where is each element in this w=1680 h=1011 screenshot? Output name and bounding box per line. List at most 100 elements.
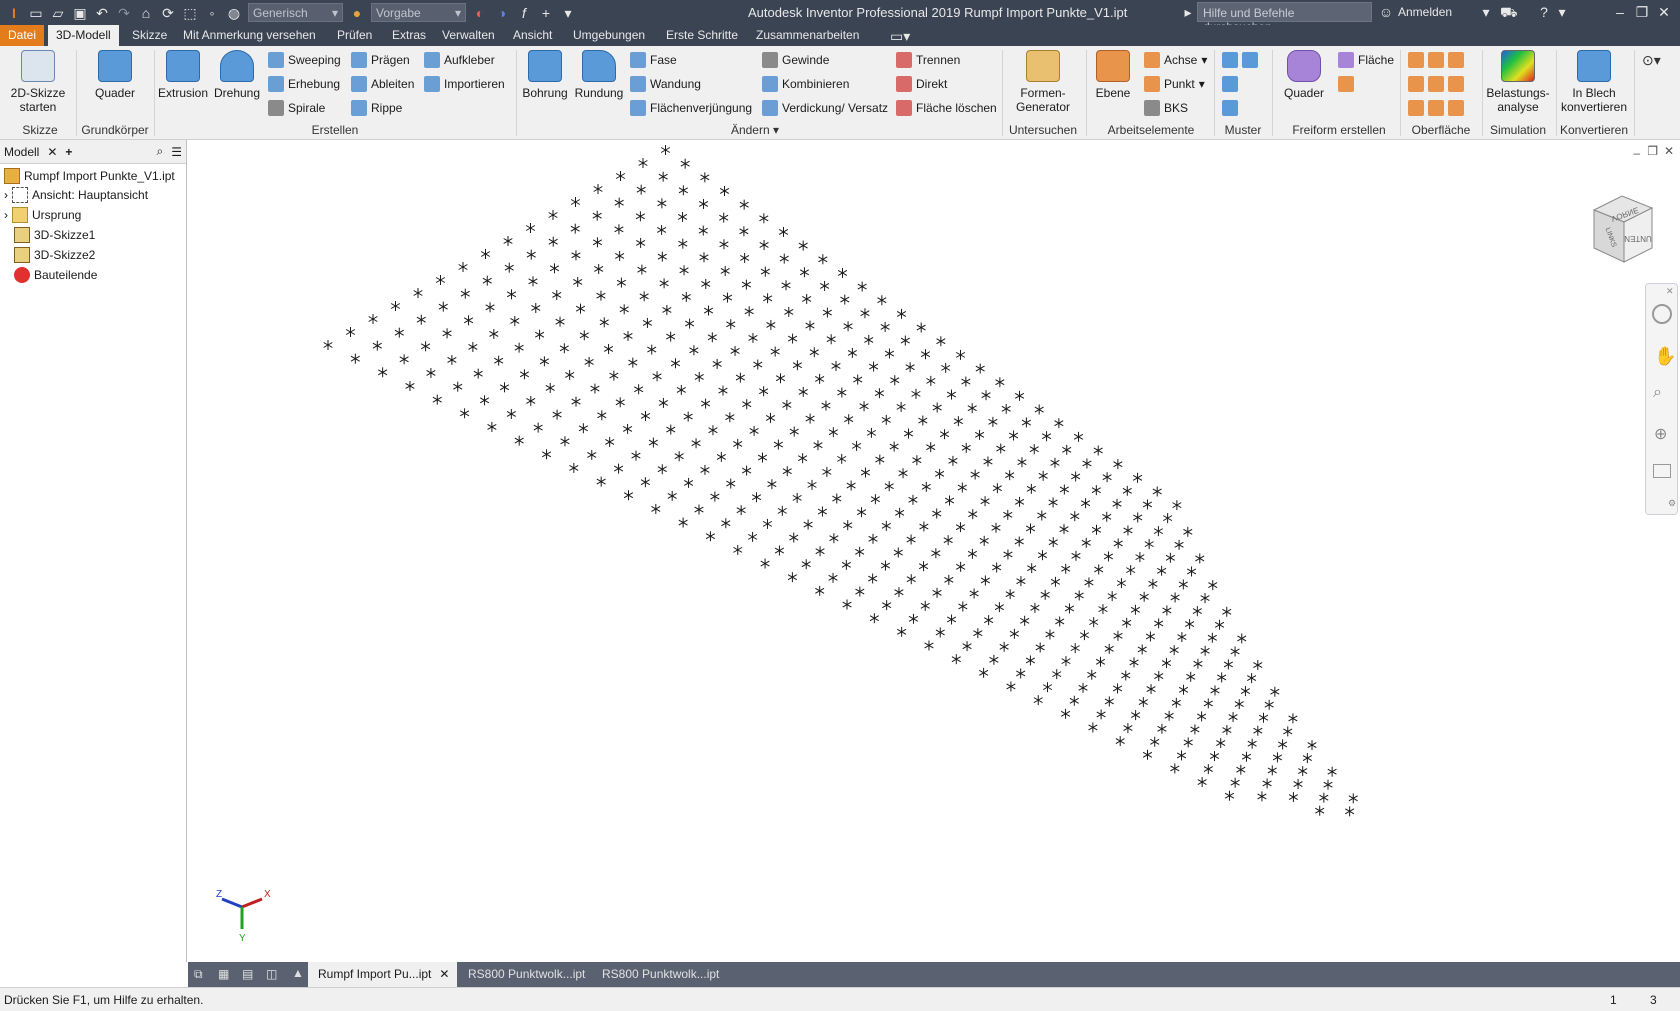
sketch-point-marker[interactable]: [818, 254, 828, 265]
group-label-aendern[interactable]: Ändern ▾: [720, 123, 790, 137]
shape-generator-button[interactable]: Formen-Generator: [1008, 50, 1078, 114]
tile-icon[interactable]: ▦: [218, 967, 229, 981]
sketch-point-marker[interactable]: [741, 279, 751, 290]
sketch-point-marker[interactable]: [1164, 710, 1174, 721]
sketch-point-marker[interactable]: [1224, 790, 1235, 801]
sketch-point-marker[interactable]: [1098, 604, 1108, 615]
sketch-point-marker[interactable]: [1084, 577, 1094, 588]
sketch-point-marker[interactable]: [884, 481, 894, 492]
sketch-point-marker[interactable]: [980, 496, 990, 507]
appearance-combo[interactable]: Vorgabe ▾: [371, 3, 466, 22]
sketch-point-marker[interactable]: [416, 314, 426, 325]
sketch-point-marker[interactable]: [705, 531, 716, 542]
zoom-icon[interactable]: ⌕: [1653, 384, 1662, 402]
sketch-point-marker[interactable]: [1001, 403, 1011, 414]
sketch-point-marker[interactable]: [1037, 510, 1047, 521]
save-icon[interactable]: ▣: [72, 5, 88, 21]
sketch-point-marker[interactable]: [956, 561, 966, 572]
sketch-point-marker[interactable]: [1123, 525, 1133, 536]
surface-patch-icon[interactable]: [1428, 52, 1444, 68]
sketch-point-marker[interactable]: [802, 293, 812, 304]
sketch-point-marker[interactable]: [1089, 617, 1099, 628]
sketch-point-marker[interactable]: [1126, 565, 1136, 576]
sketch-point-marker[interactable]: [1069, 695, 1079, 706]
shell-button[interactable]: Wandung: [630, 74, 701, 94]
surface-copy-icon[interactable]: [1448, 100, 1464, 116]
sketch-point-marker[interactable]: [1183, 737, 1193, 748]
sketch-point-marker[interactable]: [1145, 631, 1156, 642]
sketch-point-marker[interactable]: [1228, 712, 1238, 723]
sketch-point-marker[interactable]: [1222, 606, 1232, 617]
sketch-point-marker[interactable]: [1096, 709, 1106, 720]
sketch-point-marker[interactable]: [1025, 655, 1036, 666]
sketch-point-marker[interactable]: [906, 534, 916, 545]
sketch-point-marker[interactable]: [759, 239, 769, 250]
sketch-point-marker[interactable]: [623, 490, 634, 501]
sketch-point-marker[interactable]: [378, 367, 388, 378]
sketch-point-marker[interactable]: [413, 288, 423, 298]
sketch-point-marker[interactable]: [614, 224, 624, 235]
sketch-point-marker[interactable]: [1217, 672, 1227, 683]
sketch-point-marker[interactable]: [1078, 682, 1088, 693]
sketch-point-marker[interactable]: [1026, 483, 1036, 494]
sketch-point-marker[interactable]: [345, 327, 356, 337]
sketch-point-marker[interactable]: [896, 308, 907, 319]
sketch-point-marker[interactable]: [609, 370, 619, 381]
sketch-point-marker[interactable]: [1146, 684, 1156, 695]
sketch-point-marker[interactable]: [660, 145, 671, 155]
sketch-point-marker[interactable]: [905, 362, 915, 373]
sketch-point-marker[interactable]: [936, 336, 946, 347]
sketch-point-marker[interactable]: [1176, 750, 1187, 761]
sketch-point-marker[interactable]: [528, 276, 538, 287]
tab-erste-schritte[interactable]: Erste Schritte: [658, 25, 746, 46]
sketch-point-marker[interactable]: [770, 346, 780, 357]
sketch-point-marker[interactable]: [1005, 589, 1015, 600]
sketch-point-marker[interactable]: [979, 535, 989, 546]
sketch-point-marker[interactable]: [837, 453, 847, 464]
sketch-point-marker[interactable]: [658, 171, 668, 182]
sketch-point-marker[interactable]: [482, 275, 492, 286]
sketch-point-marker[interactable]: [974, 429, 985, 440]
thread-button[interactable]: Gewinde: [762, 50, 829, 70]
sketch-point-marker[interactable]: [840, 294, 850, 305]
sketch-point-marker[interactable]: [821, 400, 831, 411]
sketch-point-marker[interactable]: [753, 359, 763, 370]
sketch-point-marker[interactable]: [1240, 686, 1251, 697]
sketch-point-marker[interactable]: [921, 481, 931, 492]
sketch-point-marker[interactable]: [590, 383, 600, 394]
sketch-point-marker[interactable]: [967, 548, 978, 559]
sketch-point-marker[interactable]: [1210, 685, 1220, 696]
sketch-point-marker[interactable]: [1288, 792, 1299, 803]
surface-trim-icon[interactable]: [1408, 76, 1424, 92]
sketch-point-marker[interactable]: [868, 533, 878, 544]
sketch-point-marker[interactable]: [1016, 668, 1026, 679]
sketch-point-marker[interactable]: [1161, 658, 1172, 669]
sketch-point-marker[interactable]: [599, 317, 609, 328]
sketch-point-marker[interactable]: [837, 387, 847, 398]
work-point-button[interactable]: Punkt ▾: [1144, 74, 1205, 94]
sketch-point-marker[interactable]: [703, 305, 714, 316]
help-icon[interactable]: ?: [1536, 4, 1552, 20]
cascade-icon[interactable]: ⧉: [194, 967, 203, 982]
sketch-point-marker[interactable]: [1208, 580, 1218, 591]
sketch-point-marker[interactable]: [1193, 658, 1203, 669]
sketch-point-marker[interactable]: [1102, 511, 1112, 522]
sketch-point-marker[interactable]: [726, 478, 736, 489]
sketch-point-marker[interactable]: [1131, 710, 1141, 721]
sketch-point-marker[interactable]: [623, 330, 633, 341]
orbit-icon[interactable]: ⊕: [1654, 424, 1667, 444]
sketch-point-marker[interactable]: [722, 292, 733, 303]
sketch-point-marker[interactable]: [699, 252, 709, 263]
sketch-point-marker[interactable]: [1319, 792, 1329, 803]
sketch-point-marker[interactable]: [1237, 633, 1247, 644]
sketch-point-marker[interactable]: [1045, 629, 1055, 640]
sketch-point-marker[interactable]: [1062, 444, 1072, 455]
sketch-point-marker[interactable]: [1264, 699, 1274, 710]
sketch-point-marker[interactable]: [1122, 617, 1132, 628]
sketch-point-marker[interactable]: [853, 374, 863, 385]
sketch-point-marker[interactable]: [657, 198, 667, 209]
sketch-point-marker[interactable]: [880, 560, 891, 571]
sketch-point-marker[interactable]: [1148, 578, 1158, 589]
sketch-point-marker[interactable]: [1135, 552, 1145, 563]
convert-to-sheetmetal-button[interactable]: In Blech konvertieren: [1558, 50, 1630, 114]
